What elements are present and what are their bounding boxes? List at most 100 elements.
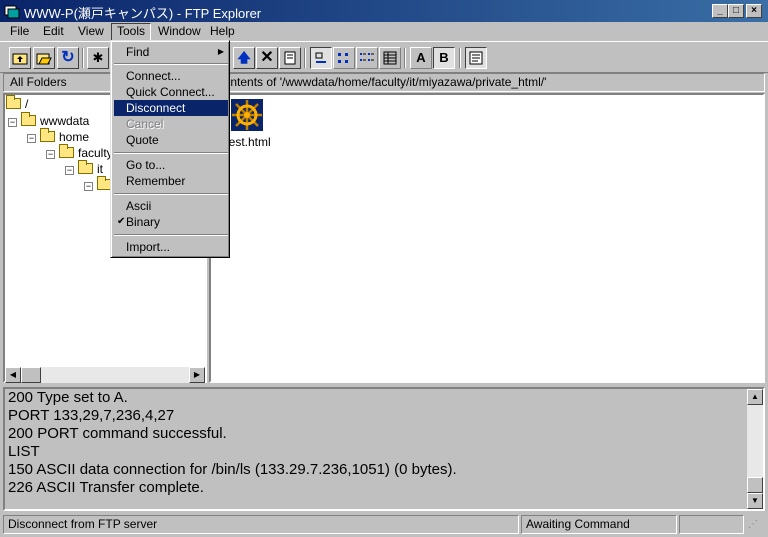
refresh-icon: ↻: [61, 49, 75, 66]
menu-separator: [114, 63, 228, 65]
maximize-button[interactable]: □: [728, 4, 744, 18]
folder-icon: [6, 95, 21, 109]
tree-node-label: it: [97, 162, 103, 176]
upload-button[interactable]: 🡅: [233, 47, 255, 69]
menu-item-find[interactable]: Find ▶: [114, 44, 228, 60]
open-folder-button[interactable]: [33, 47, 55, 69]
log-view-button[interactable]: [465, 47, 487, 69]
title-bar[interactable]: WWW-P(瀬戸キャンパス) - FTP Explorer _ □ ×: [0, 0, 768, 22]
scroll-up-button[interactable]: ▲: [747, 389, 763, 405]
checkmark-icon: ✔: [117, 216, 126, 227]
small-icons-button[interactable]: [333, 47, 355, 69]
parent-folder-button[interactable]: [9, 47, 31, 69]
right-arrow-icon: ▶: [193, 370, 201, 379]
left-arrow-icon: ◀: [9, 370, 17, 379]
details-view-button[interactable]: [379, 47, 401, 69]
new-folder-button[interactable]: ✱: [87, 47, 109, 69]
toolbar-separator: [459, 48, 461, 68]
tree-node-root[interactable]: /: [6, 95, 29, 111]
log-line: PORT 133,29,7,236,4,27: [8, 407, 175, 424]
file-list[interactable]: test.html: [209, 93, 765, 383]
folder-icon: [59, 144, 74, 158]
log-line: 150 ASCII data connection for /bin/ls (1…: [8, 461, 457, 478]
font-b-button[interactable]: B: [433, 47, 455, 69]
tree-node-it[interactable]: − it: [65, 160, 103, 176]
tree-node-label: wwwdata: [40, 114, 90, 128]
delete-x-icon: ✕: [260, 49, 274, 66]
log-window-icon: [469, 51, 483, 65]
menu-help[interactable]: Help: [205, 23, 240, 39]
scroll-down-button[interactable]: ▼: [747, 493, 763, 509]
collapse-icon[interactable]: −: [84, 182, 93, 191]
ship-wheel-icon: [231, 99, 263, 131]
minimize-button[interactable]: _: [712, 4, 728, 18]
tree-node-label: home: [59, 130, 90, 144]
log-vertical-scrollbar[interactable]: ▲ ▼: [747, 389, 763, 509]
tree-node-home[interactable]: − home: [27, 128, 90, 144]
scroll-thumb[interactable]: [747, 477, 763, 493]
menu-item-import[interactable]: Import...: [114, 239, 228, 255]
details-view-icon: [383, 51, 397, 65]
menu-view[interactable]: View: [73, 23, 109, 39]
collapse-icon[interactable]: −: [27, 134, 36, 143]
tools-dropdown-menu: Find ▶ Connect... Quick Connect... Discon…: [110, 40, 230, 258]
list-view-button[interactable]: [356, 47, 378, 69]
delete-button[interactable]: ✕: [256, 47, 278, 69]
menu-tools[interactable]: Tools: [111, 23, 152, 41]
size-grip-icon[interactable]: ⋰: [748, 519, 764, 535]
close-icon: ×: [751, 5, 757, 16]
app-icon[interactable]: [4, 3, 20, 19]
window-title: WWW-P(瀬戸キャンパス) - FTP Explorer: [24, 6, 262, 21]
open-folder-icon: [36, 53, 52, 65]
tree-node-faculty[interactable]: − faculty: [46, 144, 113, 160]
minimize-icon: _: [717, 5, 723, 16]
properties-button[interactable]: [279, 47, 301, 69]
collapse-icon[interactable]: −: [46, 150, 55, 159]
log-line: LIST: [8, 443, 40, 460]
close-button[interactable]: ×: [746, 4, 762, 18]
down-arrow-icon: ▼: [751, 496, 759, 505]
folder-icon: [78, 160, 93, 174]
menu-item-remember[interactable]: Remember: [114, 173, 228, 189]
tree-node-label: /: [25, 97, 29, 111]
scroll-right-button[interactable]: ▶: [189, 367, 205, 383]
status-state: Awaiting Command: [521, 515, 677, 534]
folder-icon: [40, 128, 55, 142]
collapse-icon[interactable]: −: [65, 166, 74, 175]
status-panel: [679, 515, 744, 534]
menu-item-disconnect[interactable]: Disconnect: [114, 100, 228, 116]
large-icons-button[interactable]: [310, 47, 332, 69]
tree-node-wwwdata[interactable]: − wwwdata: [8, 112, 90, 128]
menu-item-binary[interactable]: ✔ Binary: [114, 214, 228, 230]
collapse-icon[interactable]: −: [8, 118, 17, 127]
refresh-button[interactable]: ↻: [57, 47, 79, 69]
menu-window[interactable]: Window: [153, 23, 206, 39]
folder-icon: [21, 112, 36, 126]
scroll-left-button[interactable]: ◀: [5, 367, 21, 383]
menu-item-go-to[interactable]: Go to...: [114, 157, 228, 173]
submenu-arrow-icon: ▶: [217, 47, 224, 56]
properties-icon: [284, 51, 296, 65]
log-line: 200 Type set to A.: [8, 389, 128, 406]
font-a-button[interactable]: A: [410, 47, 432, 69]
menu-file[interactable]: File: [5, 23, 34, 39]
tree-horizontal-scrollbar[interactable]: ◀ ▶: [5, 367, 205, 383]
maximize-icon: □: [732, 5, 740, 16]
up-arrow-icon: 🡅: [237, 50, 251, 65]
status-message: Disconnect from FTP server: [3, 515, 519, 534]
contents-header: Contents of '/wwwdata/home/faculty/it/mi…: [208, 73, 765, 92]
menu-separator: [114, 152, 228, 154]
log-line: 200 PORT command successful.: [8, 425, 227, 442]
menu-item-quote[interactable]: Quote: [114, 132, 228, 148]
ftp-log[interactable]: 200 Type set to A. PORT 133,29,7,236,4,2…: [3, 387, 765, 511]
scroll-thumb[interactable]: [21, 367, 41, 383]
tree-node-label: faculty: [78, 146, 113, 160]
menu-edit[interactable]: Edit: [38, 23, 69, 39]
small-icons-icon: [338, 53, 348, 63]
toolbar-separator: [304, 48, 306, 68]
menu-item-connect[interactable]: Connect...: [114, 68, 228, 84]
menu-item-quick-connect[interactable]: Quick Connect...: [114, 84, 228, 100]
menu-item-ascii[interactable]: Ascii: [114, 198, 228, 214]
new-item-icon: ✱: [92, 50, 104, 65]
toolbar-separator: [82, 48, 84, 68]
